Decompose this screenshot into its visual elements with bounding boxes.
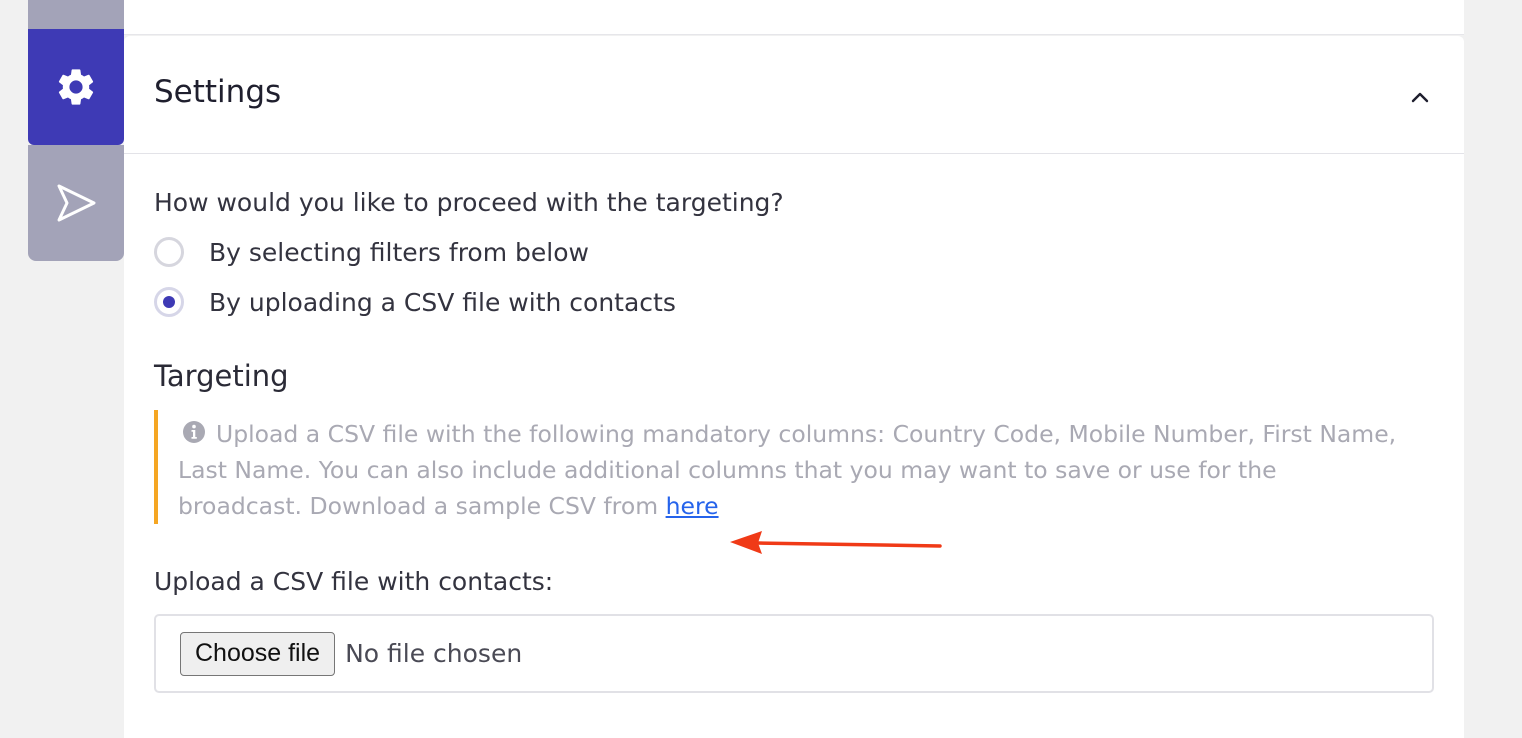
info-text: Upload a CSV file with the following man…: [178, 420, 1397, 520]
chevron-up-icon[interactable]: [1408, 86, 1432, 110]
previous-panel: [124, 0, 1464, 35]
csv-file-input[interactable]: Choose file No file chosen: [154, 614, 1434, 693]
file-status: No file chosen: [345, 639, 523, 668]
send-icon: [57, 184, 96, 222]
step-send[interactable]: [28, 145, 124, 261]
radio-label: By selecting filters from below: [209, 237, 589, 267]
targeting-info-callout: Upload a CSV file with the following man…: [154, 410, 1404, 524]
targeting-title: Targeting: [154, 359, 289, 393]
radio-button-selected[interactable]: [154, 287, 184, 317]
info-icon: [183, 421, 205, 443]
gear-icon: [58, 69, 94, 105]
settings-panel-header[interactable]: Settings: [124, 36, 1464, 154]
panel-title: Settings: [154, 74, 282, 110]
annotation-arrow-icon: [730, 531, 942, 554]
upload-label: Upload a CSV file with contacts:: [154, 567, 554, 596]
rail-previous-step[interactable]: [28, 0, 124, 30]
radio-label: By uploading a CSV file with contacts: [209, 287, 676, 317]
radio-option-filters[interactable]: By selecting filters from below: [154, 235, 589, 269]
step-settings[interactable]: [28, 29, 124, 145]
choose-file-button[interactable]: Choose file: [180, 631, 336, 676]
radio-option-csv[interactable]: By uploading a CSV file with contacts: [154, 285, 676, 319]
sample-csv-link[interactable]: here: [666, 492, 719, 520]
settings-panel: Settings How would you like to proceed w…: [124, 36, 1464, 738]
targeting-question: How would you like to proceed with the t…: [154, 188, 784, 217]
radio-button[interactable]: [154, 237, 184, 267]
